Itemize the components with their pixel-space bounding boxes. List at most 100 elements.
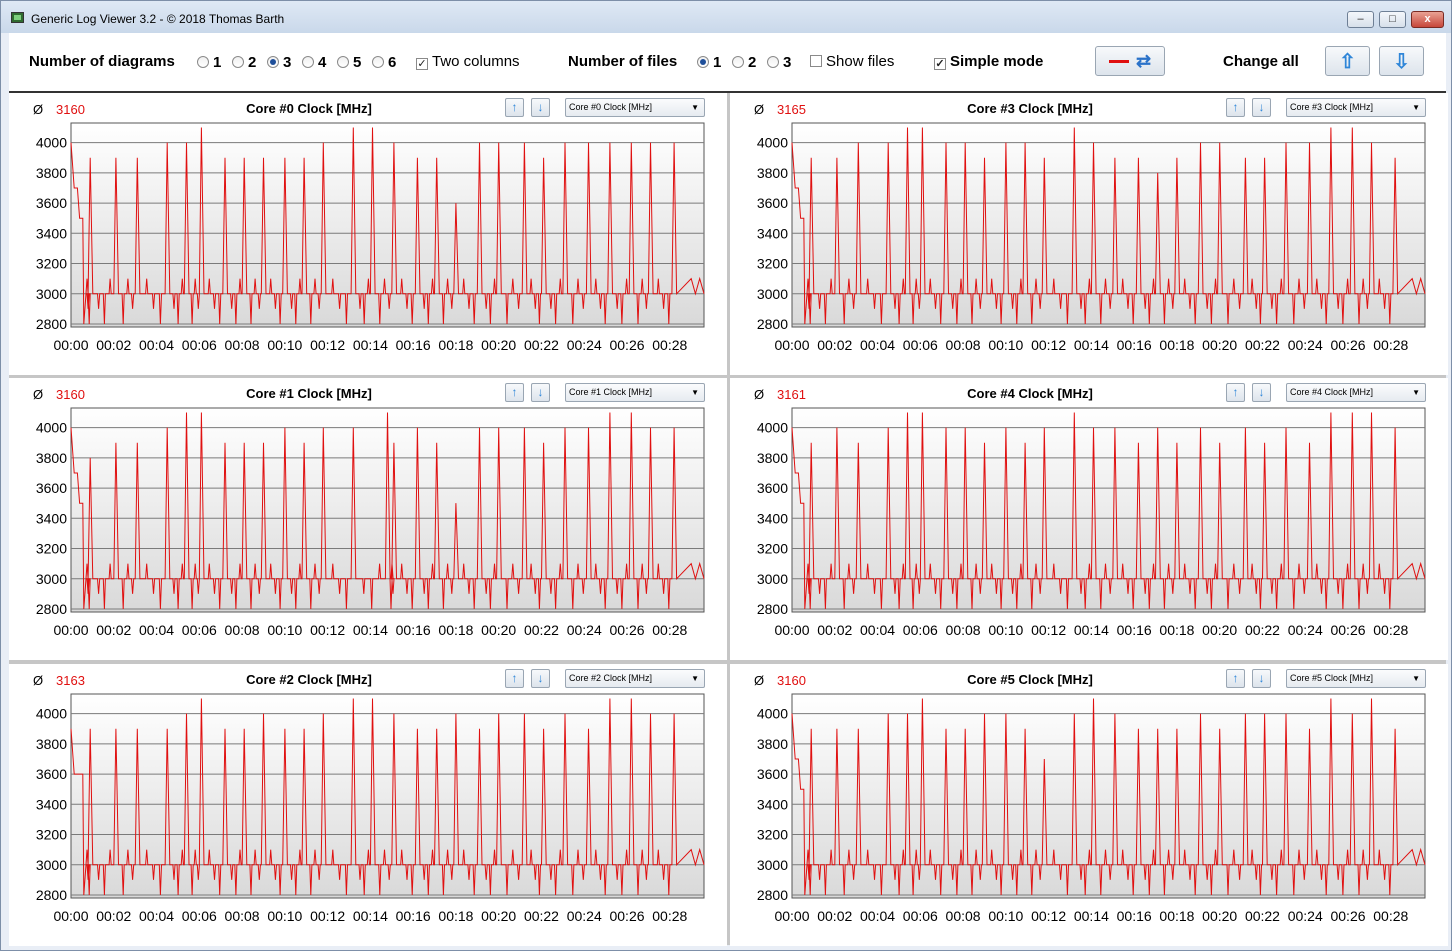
move-down-button[interactable]: ↓ (1252, 383, 1271, 402)
close-button[interactable]: x (1411, 11, 1444, 28)
two-columns-checkbox[interactable]: ✓ Two columns (416, 53, 520, 70)
change-all-down-button[interactable]: ⇩ (1379, 46, 1424, 76)
x-tick-label: 00:02 (817, 337, 852, 353)
radio-label: 3 (783, 54, 792, 71)
sensor-select-value: Core #2 Clock [MHz] (569, 673, 653, 683)
x-tick-label: 00:18 (438, 908, 473, 924)
maximize-icon: □ (1389, 13, 1396, 25)
average-symbol: Ø (33, 387, 44, 402)
y-tick-label: 3800 (757, 736, 788, 752)
diagrams-radio-1[interactable]: 1 (197, 54, 221, 72)
diagrams-radio-4[interactable]: 4 (302, 54, 326, 72)
average-symbol: Ø (33, 673, 44, 688)
radio-label: 2 (748, 54, 757, 71)
x-tick-label: 00:16 (1117, 622, 1152, 638)
close-icon: x (1424, 13, 1431, 25)
diagrams-radio-6[interactable]: 6 (372, 54, 396, 72)
move-up-button[interactable]: ↑ (505, 669, 524, 688)
diagram-title: Core #1 Clock [MHz] (246, 386, 372, 401)
y-tick-label: 3800 (36, 165, 67, 181)
line-chart: 4000 3800 3600 3400 3200 3000 2800 00:00 00:02 00… (36, 407, 705, 638)
radio-label: 3 (283, 54, 292, 71)
line-chart: 4000 3800 3600 3400 3200 3000 2800 00:00 00:02 00… (36, 693, 705, 924)
y-tick-label: 3600 (757, 766, 788, 782)
x-tick-label: 00:22 (524, 337, 559, 353)
y-tick-label: 4000 (757, 135, 788, 151)
x-tick-label: 00:00 (53, 622, 88, 638)
change-all-up-button[interactable]: ⇧ (1325, 46, 1370, 76)
move-up-button[interactable]: ↑ (505, 98, 524, 117)
radio-label: 4 (318, 54, 327, 71)
y-tick-label: 4000 (757, 420, 788, 436)
sensor-select[interactable]: Core #0 Clock [MHz] ▼ (565, 98, 705, 117)
sensor-select[interactable]: Core #3 Clock [MHz] ▼ (1286, 98, 1426, 117)
show-files-checkbox[interactable]: Show files (810, 53, 894, 70)
move-up-button[interactable]: ↑ (1226, 98, 1245, 117)
move-down-button[interactable]: ↓ (531, 98, 550, 117)
maximize-button[interactable]: □ (1379, 11, 1406, 28)
move-up-button[interactable]: ↑ (505, 383, 524, 402)
y-tick-label: 3000 (36, 571, 67, 587)
x-tick-label: 00:02 (96, 622, 131, 638)
simple-mode-checkbox[interactable]: ✓ Simple mode (934, 53, 1043, 70)
x-tick-label: 00:00 (774, 908, 809, 924)
diagrams-radio-3[interactable]: 3 (267, 54, 291, 72)
diagram-panel: Ø 3160 Core #1 Clock [MHz] ↑ ↓ Core #1 C… (9, 378, 727, 660)
move-down-button[interactable]: ↓ (1252, 98, 1271, 117)
sensor-select[interactable]: Core #1 Clock [MHz] ▼ (565, 383, 705, 402)
y-tick-label: 2800 (36, 887, 67, 903)
x-tick-label: 00:24 (1288, 622, 1323, 638)
x-tick-label: 00:06 (182, 908, 217, 924)
y-tick-label: 3400 (757, 796, 788, 812)
sensor-select[interactable]: Core #2 Clock [MHz] ▼ (565, 669, 705, 688)
radio-selected-icon (267, 56, 279, 68)
average-value: 3161 (777, 387, 806, 402)
checkbox-icon (810, 55, 822, 67)
chevron-down-icon: ▼ (691, 674, 699, 683)
x-tick-label: 00:18 (1159, 908, 1194, 924)
x-tick-label: 00:12 (310, 622, 345, 638)
average-symbol: Ø (33, 102, 44, 117)
checkbox-label: Two columns (432, 53, 520, 70)
files-radio-1[interactable]: 1 (697, 54, 721, 72)
y-tick-label: 3600 (36, 195, 67, 211)
line-style-button[interactable]: ⇄ (1095, 46, 1165, 76)
sensor-select[interactable]: Core #5 Clock [MHz] ▼ (1286, 669, 1426, 688)
y-tick-label: 3200 (757, 256, 788, 272)
x-tick-label: 00:18 (438, 622, 473, 638)
checkbox-label: Simple mode (950, 53, 1044, 70)
x-tick-label: 00:08 (225, 337, 260, 353)
x-tick-label: 00:06 (903, 622, 938, 638)
x-tick-label: 00:26 (609, 908, 644, 924)
diagram-panel: Ø 3165 Core #3 Clock [MHz] ↑ ↓ Core #3 C… (730, 93, 1448, 375)
checkbox-checked-icon: ✓ (416, 58, 428, 70)
y-tick-label: 3000 (757, 857, 788, 873)
x-tick-label: 00:28 (652, 622, 687, 638)
x-tick-label: 00:12 (1031, 337, 1066, 353)
average-symbol: Ø (754, 387, 765, 402)
x-tick-label: 00:08 (225, 908, 260, 924)
sensor-select[interactable]: Core #4 Clock [MHz] ▼ (1286, 383, 1426, 402)
move-down-button[interactable]: ↓ (531, 383, 550, 402)
y-tick-label: 4000 (757, 706, 788, 722)
diagrams-radio-2[interactable]: 2 (232, 54, 256, 72)
files-radio-3[interactable]: 3 (767, 54, 791, 72)
x-tick-label: 00:18 (1159, 622, 1194, 638)
move-up-button[interactable]: ↑ (1226, 383, 1245, 402)
x-tick-label: 00:12 (1031, 622, 1066, 638)
move-down-button[interactable]: ↓ (531, 669, 550, 688)
red-line-icon (1109, 60, 1129, 63)
radio-label: 5 (353, 54, 362, 71)
x-tick-label: 00:10 (988, 908, 1023, 924)
title-bar[interactable]: Generic Log Viewer 3.2 - © 2018 Thomas B… (1, 1, 1451, 33)
x-tick-label: 00:14 (1074, 337, 1109, 353)
checkbox-label: Show files (826, 53, 895, 70)
move-up-button[interactable]: ↑ (1226, 669, 1245, 688)
x-tick-label: 00:28 (1373, 337, 1408, 353)
minimize-button[interactable]: – (1347, 11, 1374, 28)
diagrams-radio-5[interactable]: 5 (337, 54, 361, 72)
move-down-button[interactable]: ↓ (1252, 669, 1271, 688)
change-all-label: Change all (1223, 53, 1299, 70)
diagram-title: Core #4 Clock [MHz] (967, 386, 1093, 401)
files-radio-2[interactable]: 2 (732, 54, 756, 72)
